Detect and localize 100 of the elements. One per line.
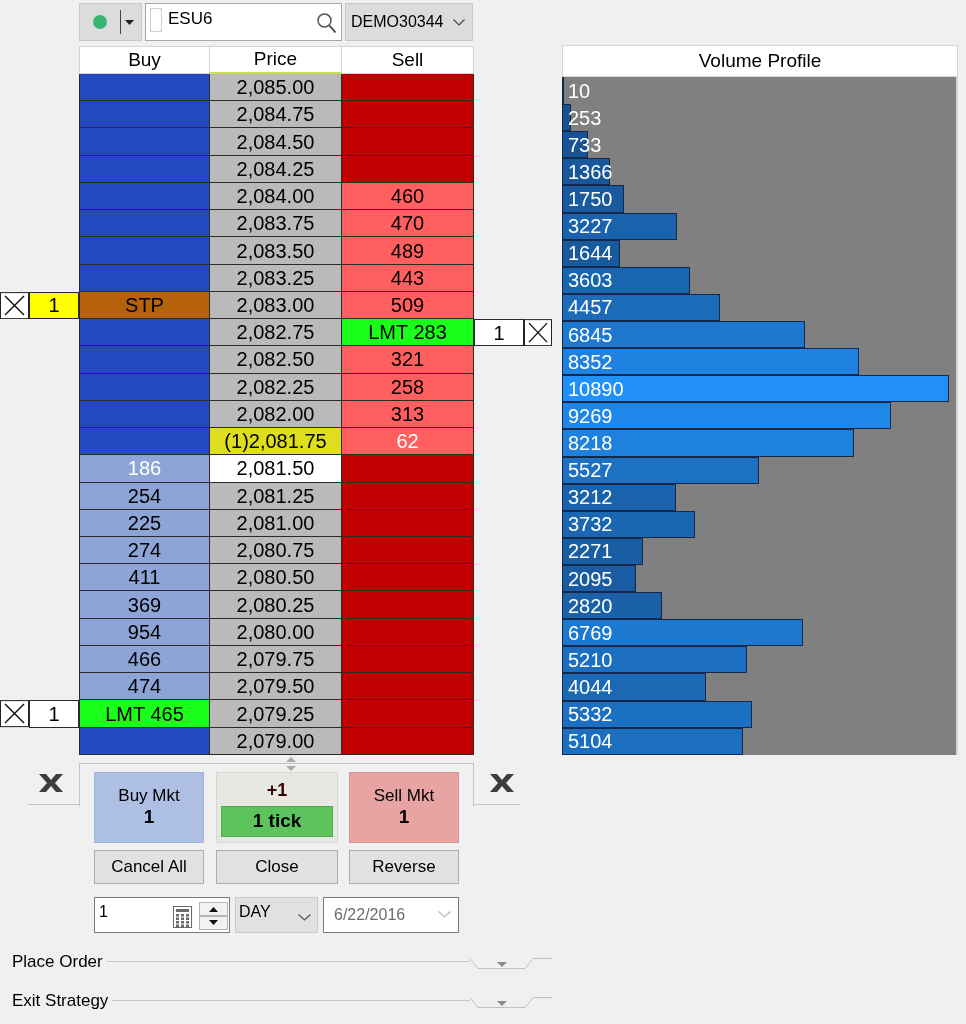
bid-cell[interactable]	[79, 74, 210, 102]
volume-meter: 1366	[562, 158, 956, 186]
duration-dropdown[interactable]: DAY	[235, 896, 318, 933]
ask-cell[interactable]	[342, 564, 474, 592]
cancel-icon[interactable]	[38, 772, 64, 793]
order-quantity-cell[interactable]: 1	[29, 291, 79, 320]
ask-cell[interactable]	[342, 645, 474, 674]
ask-cell[interactable]	[342, 74, 474, 102]
caret-icon[interactable]	[470, 957, 552, 970]
ask-volume-cell[interactable]: 321	[342, 346, 474, 374]
bid-volume-cell[interactable]: 411	[79, 564, 210, 592]
bid-volume-cell[interactable]: 254	[79, 482, 210, 510]
price-cell: (1)2,081.75	[210, 428, 342, 456]
ask-cell[interactable]	[342, 455, 474, 483]
ask-volume-cell[interactable]: 443	[342, 264, 474, 292]
order-quantity-cell[interactable]: 1	[29, 700, 79, 728]
bid-volume-cell[interactable]: 225	[79, 509, 210, 537]
symbol-field[interactable]: ESU6	[145, 3, 342, 41]
bid-cell[interactable]	[79, 101, 210, 129]
buy-market-button[interactable]: Buy Mkt 1	[94, 771, 204, 843]
ask-cell[interactable]	[342, 537, 474, 565]
column-header[interactable]: Price	[210, 46, 342, 74]
section-header[interactable]: Place Order	[12, 949, 103, 974]
price-cell: 2,084.50	[210, 128, 342, 156]
bid-volume-cell[interactable]: 474	[79, 673, 210, 701]
bid-cell[interactable]	[79, 128, 210, 156]
ask-cell[interactable]	[342, 128, 474, 156]
ask-volume-cell[interactable]: 313	[342, 400, 474, 429]
bid-cell[interactable]	[79, 237, 210, 265]
quantity-field[interactable]: 1	[94, 896, 230, 933]
price-cell: 2,081.00	[210, 509, 342, 537]
limit-order-cell[interactable]: LMT 465	[79, 700, 210, 728]
bid-cell[interactable]	[79, 428, 210, 456]
bid-cell[interactable]	[79, 182, 210, 211]
bid-volume-cell[interactable]: 954	[79, 618, 210, 646]
volume-meter: 5527	[562, 456, 956, 484]
caret-icon[interactable]	[470, 996, 552, 1009]
bid-volume-cell[interactable]: 274	[79, 537, 210, 565]
ask-cell[interactable]	[342, 618, 474, 646]
price-cell: 2,081.25	[210, 482, 342, 510]
bid-cell[interactable]	[79, 727, 210, 755]
volume-meter: 9269	[562, 402, 956, 430]
resize-grip-icon[interactable]	[285, 756, 297, 771]
volume-meter: 2820	[562, 592, 956, 620]
ask-cell[interactable]	[342, 482, 474, 510]
limit-order-cell[interactable]: LMT 283	[342, 319, 474, 347]
action-button[interactable]: Close	[216, 849, 338, 884]
ask-volume-cell[interactable]: 470	[342, 210, 474, 238]
bid-cell[interactable]	[79, 155, 210, 183]
price-cell: 2,083.25	[210, 264, 342, 292]
action-button[interactable]: Reverse	[349, 849, 459, 884]
cancel-icon[interactable]	[0, 291, 29, 320]
section-header[interactable]: Exit Strategy	[12, 988, 109, 1013]
cancel-icon[interactable]	[489, 772, 515, 793]
sell-market-button[interactable]: Sell Mkt 1	[349, 771, 459, 843]
ask-cell[interactable]	[342, 101, 474, 129]
ask-volume-cell[interactable]: 509	[342, 291, 474, 320]
column-header[interactable]: Sell	[342, 46, 474, 74]
price-cell: 2,080.00	[210, 618, 342, 646]
ask-cell[interactable]	[342, 509, 474, 537]
ask-cell[interactable]	[342, 727, 474, 755]
chevron-down-icon	[453, 18, 465, 26]
spin-down-icon[interactable]	[199, 915, 228, 930]
bid-cell[interactable]	[79, 319, 210, 347]
cancel-icon[interactable]	[524, 319, 552, 347]
bid-cell[interactable]	[79, 264, 210, 292]
order-quantity-cell[interactable]: 1	[474, 319, 524, 347]
price-cell: 2,084.25	[210, 155, 342, 183]
blank-rectangle-icon	[150, 8, 162, 32]
ask-volume-cell[interactable]: 460	[342, 182, 474, 211]
ask-volume-cell[interactable]: 489	[342, 237, 474, 265]
volume-meter: 1644	[562, 239, 956, 267]
column-header[interactable]: Buy	[79, 46, 210, 74]
tick-size-indicator[interactable]: 1 tick	[221, 805, 333, 837]
connection-button[interactable]	[79, 3, 142, 41]
calculator-icon[interactable]	[173, 905, 192, 928]
expiry-date-dropdown: 6/22/2016	[323, 896, 459, 933]
bid-volume-cell[interactable]: 369	[79, 591, 210, 619]
bid-cell[interactable]	[79, 210, 210, 238]
account-dropdown[interactable]: DEMO30344	[345, 3, 473, 41]
cancel-icon[interactable]	[0, 700, 29, 728]
ask-volume-cell[interactable]: 258	[342, 373, 474, 401]
bid-cell[interactable]	[79, 400, 210, 429]
action-button[interactable]: Cancel All	[94, 849, 204, 884]
volume-meter: 4044	[562, 673, 956, 701]
offset-value[interactable]: +1	[266, 778, 288, 801]
ask-cell[interactable]	[342, 673, 474, 701]
ask-cell[interactable]	[342, 700, 474, 728]
volume-meter: 8218	[562, 429, 956, 457]
bid-cell[interactable]	[79, 373, 210, 401]
bid-cell[interactable]	[79, 346, 210, 374]
bid-volume-cell[interactable]: 466	[79, 645, 210, 674]
ask-cell[interactable]	[342, 155, 474, 183]
spin-up-icon[interactable]	[199, 901, 228, 916]
ask-cell[interactable]	[342, 591, 474, 619]
volume-meter: 733	[562, 131, 956, 159]
search-icon[interactable]	[317, 12, 336, 33]
volume-meter: 6769	[562, 619, 956, 647]
stop-order-cell[interactable]: STP	[79, 291, 210, 320]
chevron-down-icon	[438, 911, 451, 919]
